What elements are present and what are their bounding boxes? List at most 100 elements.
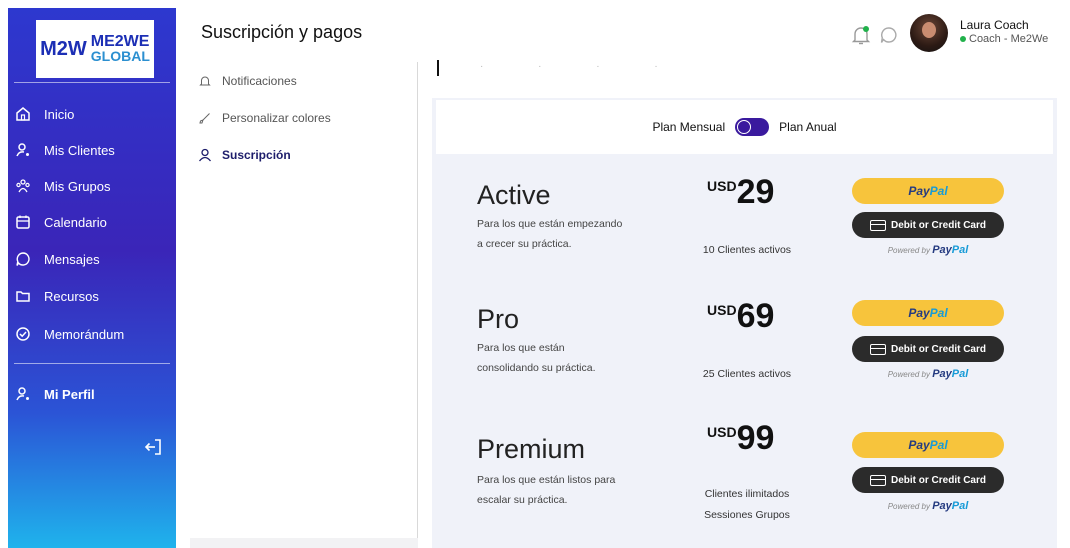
plan-desc-line: escalar su práctica. bbox=[477, 494, 568, 506]
card-button-label: Debit or Credit Card bbox=[890, 343, 986, 355]
profile-icon bbox=[14, 385, 32, 403]
sidebar-item-label: Inicio bbox=[44, 106, 75, 122]
sidebar-item-label: Calendario bbox=[44, 214, 107, 230]
plan-card-pro: Pro Para los que están consolidando su p… bbox=[432, 282, 1057, 402]
folder-icon bbox=[14, 287, 32, 305]
plan-feature: 10 Clientes activos bbox=[702, 244, 792, 256]
paypal-button[interactable]: Pay Pal bbox=[852, 300, 1004, 326]
price-currency: USD bbox=[707, 424, 737, 440]
online-status-dot bbox=[960, 36, 966, 42]
paypal-button[interactable]: Pay Pal bbox=[852, 432, 1004, 458]
user-icon bbox=[14, 141, 32, 159]
plan-price: USD 99 bbox=[707, 420, 774, 456]
paypal-brand: Pal bbox=[929, 438, 948, 452]
settings-footer-strip bbox=[190, 538, 418, 548]
paypal-brand: Pay bbox=[932, 244, 952, 256]
price-amount: 29 bbox=[736, 173, 775, 211]
check-circle-icon bbox=[14, 325, 32, 343]
plan-feature: Sessiones Grupos bbox=[704, 509, 790, 521]
loading-dots: · · · · bbox=[480, 61, 684, 72]
sidebar-item-mis-clientes[interactable]: Mis Clientes bbox=[14, 136, 115, 164]
powered-by-label: Powered by bbox=[887, 370, 930, 379]
paypal-brand: Pal bbox=[951, 244, 969, 256]
app-logo[interactable]: M2W ME2WE GLOBAL bbox=[36, 20, 154, 78]
powered-by-label: Powered by bbox=[887, 246, 930, 255]
sidebar-item-mis-grupos[interactable]: Mis Grupos bbox=[14, 172, 110, 200]
debit-credit-card-button[interactable]: Debit or Credit Card bbox=[852, 467, 1004, 493]
sidebar-item-label: Recursos bbox=[44, 288, 99, 304]
logout-icon[interactable] bbox=[142, 436, 164, 458]
paypal-brand: Pal bbox=[929, 184, 948, 198]
sidebar: M2W ME2WE GLOBAL Inicio Mis Clientes Mis… bbox=[8, 8, 176, 548]
plan-desc-line: consolidando su práctica. bbox=[477, 362, 596, 374]
logo-line1: ME2WE bbox=[90, 33, 150, 50]
sidebar-item-label: Memorándum bbox=[44, 326, 125, 342]
annual-label[interactable]: Plan Anual bbox=[779, 120, 836, 134]
paypal-brand: Pal bbox=[951, 368, 969, 380]
powered-by-paypal: Powered by PayPal bbox=[852, 244, 1004, 256]
plan-description: Para los que están listos para escalar s… bbox=[477, 470, 657, 510]
billing-period-toggle[interactable] bbox=[735, 118, 770, 136]
debit-credit-card-button[interactable]: Debit or Credit Card bbox=[852, 336, 1004, 362]
bell-icon bbox=[198, 74, 212, 88]
debit-credit-card-button[interactable]: Debit or Credit Card bbox=[852, 212, 1004, 238]
home-icon bbox=[14, 105, 32, 123]
user-role-label: Coach - Me2We bbox=[969, 33, 1049, 45]
settings-item-label: Personalizar colores bbox=[222, 111, 331, 125]
sidebar-item-label: Mis Clientes bbox=[44, 142, 115, 158]
credit-card-icon bbox=[869, 343, 886, 355]
paypal-brand: Pay bbox=[932, 500, 952, 512]
price-currency: USD bbox=[707, 178, 737, 194]
paypal-brand: Pay bbox=[908, 306, 930, 320]
credit-card-icon bbox=[869, 474, 886, 486]
plan-features: 10 Clientes activos bbox=[687, 240, 807, 261]
group-icon bbox=[14, 177, 32, 195]
sidebar-item-inicio[interactable]: Inicio bbox=[14, 100, 74, 128]
sidebar-item-mi-perfil[interactable]: Mi Perfil bbox=[14, 380, 95, 408]
paypal-brand: Pal bbox=[951, 500, 969, 512]
chat-icon[interactable] bbox=[878, 24, 900, 46]
sidebar-item-label: Mis Grupos bbox=[44, 178, 111, 194]
price-amount: 69 bbox=[736, 297, 775, 335]
sidebar-item-calendario[interactable]: Calendario bbox=[14, 208, 107, 236]
plan-features: 25 Clientes activos bbox=[687, 364, 807, 385]
notification-bell-icon[interactable] bbox=[850, 24, 872, 46]
plan-card-active: Active Para los que están empezando a cr… bbox=[432, 160, 1057, 280]
chat-icon bbox=[14, 250, 32, 268]
paypal-brand: Pay bbox=[908, 184, 930, 198]
plan-name: Active bbox=[477, 180, 551, 210]
plan-desc-line: Para los que están listos para bbox=[477, 474, 616, 486]
page-title: Suscripción y pagos bbox=[201, 22, 363, 42]
powered-by-label: Powered by bbox=[887, 502, 930, 511]
column-divider bbox=[417, 62, 418, 548]
paypal-button[interactable]: Pay Pal bbox=[852, 178, 1004, 204]
card-button-label: Debit or Credit Card bbox=[890, 474, 986, 486]
sidebar-item-mensajes[interactable]: Mensajes bbox=[14, 245, 100, 273]
powered-by-paypal: Powered by PayPal bbox=[852, 368, 1004, 380]
settings-item-notificaciones[interactable]: Notificaciones bbox=[198, 70, 408, 92]
logo-line2: GLOBAL bbox=[90, 48, 150, 64]
plan-desc-line: Para los que están empezando bbox=[477, 218, 623, 230]
text-cursor bbox=[437, 60, 439, 76]
paypal-brand: Pay bbox=[908, 438, 930, 452]
plan-name: Premium bbox=[477, 434, 586, 464]
sidebar-item-recursos[interactable]: Recursos bbox=[14, 282, 99, 310]
sidebar-item-memorandum[interactable]: Memorándum bbox=[14, 320, 124, 348]
plan-price: USD 69 bbox=[707, 298, 774, 334]
settings-item-label: Notificaciones bbox=[222, 74, 297, 88]
user-icon bbox=[198, 148, 212, 162]
avatar[interactable] bbox=[910, 14, 948, 52]
sidebar-item-label: Mensajes bbox=[44, 251, 100, 267]
credit-card-icon bbox=[869, 219, 886, 231]
settings-item-suscripcion[interactable]: Suscripción bbox=[198, 144, 408, 166]
user-name: Laura Coach bbox=[960, 18, 1029, 32]
calendar-icon bbox=[14, 213, 32, 231]
settings-item-personalizar-colores[interactable]: Personalizar colores bbox=[198, 107, 408, 129]
paypal-brand: Pal bbox=[929, 306, 948, 320]
paypal-brand: Pay bbox=[932, 368, 952, 380]
header-icons bbox=[850, 24, 900, 46]
monthly-label[interactable]: Plan Mensual bbox=[652, 120, 725, 134]
plan-name: Pro bbox=[477, 304, 520, 334]
logo-mark: M2W bbox=[40, 37, 87, 60]
powered-by-paypal: Powered by PayPal bbox=[852, 500, 1004, 512]
